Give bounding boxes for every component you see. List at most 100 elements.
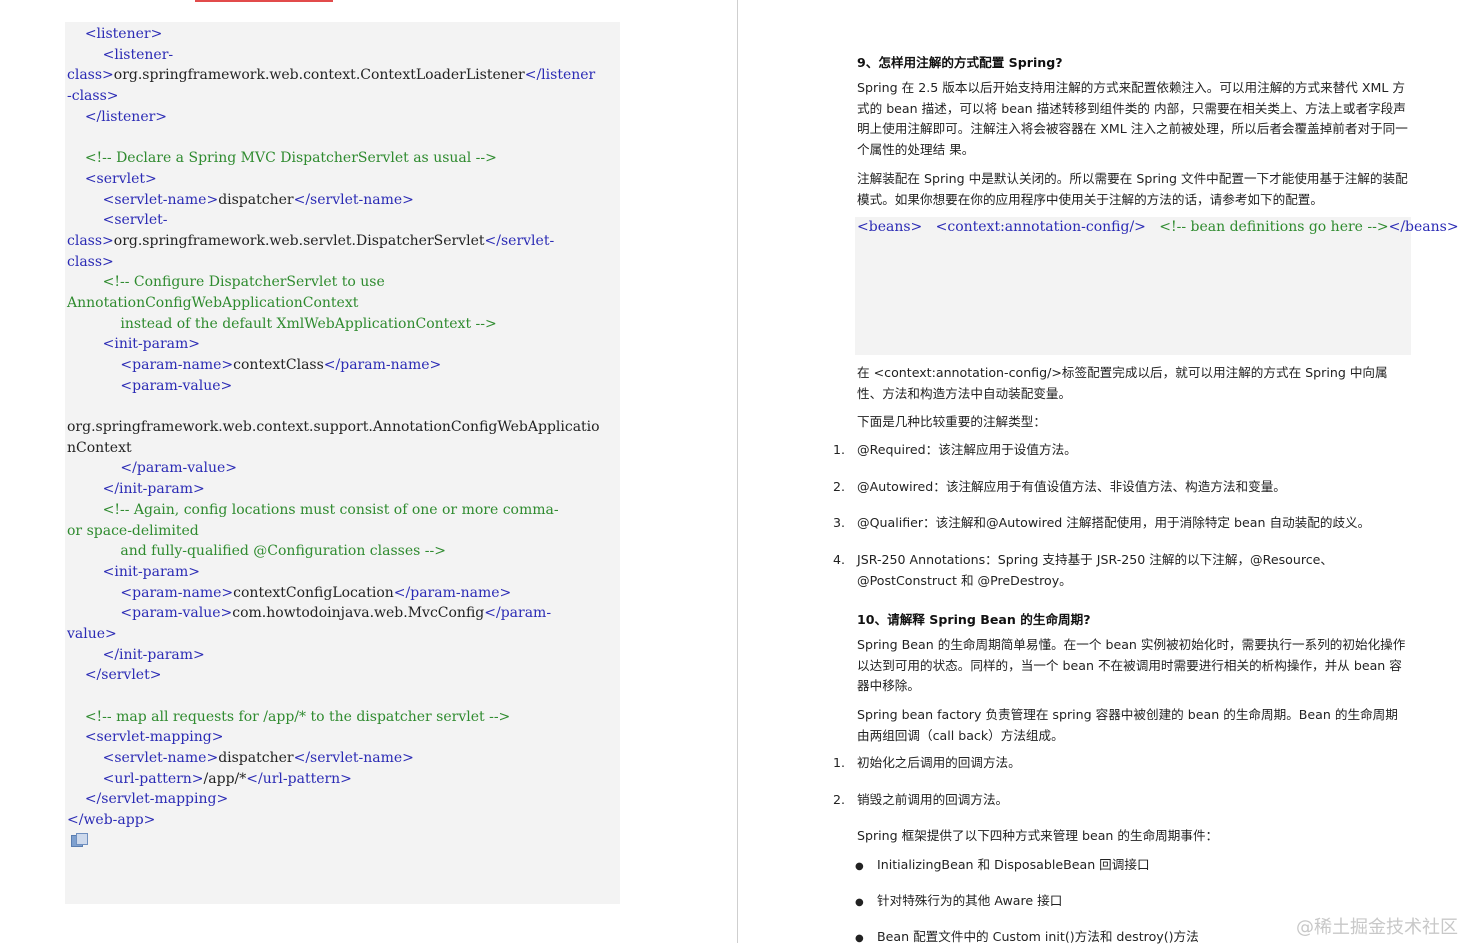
code-tag: </servlet-mapping> xyxy=(84,791,229,808)
code-line: value> xyxy=(67,624,619,645)
code-tag: -class> xyxy=(67,88,119,105)
q9-paragraph-2: 注解装配在 Spring 中是默认关闭的。所以需要在 Spring 文件中配置一… xyxy=(857,169,1409,210)
code-text: dispatcher xyxy=(218,191,294,208)
code-tag: <url-pattern> xyxy=(102,770,204,787)
code-tag: <param-value> xyxy=(120,377,233,394)
code-line: <!-- map all requests for /app/* to the … xyxy=(67,707,619,728)
code-line: </listener> xyxy=(67,107,619,128)
code-tag: <servlet-name> xyxy=(102,191,219,208)
code-line: class>org.springframework.web.servlet.Di… xyxy=(67,231,619,252)
list-text: @Qualifier：该注解和@Autowired 注解搭配使用，用于消除特定 … xyxy=(857,515,1371,530)
bullet-item: ● 针对特殊行为的其他 Aware 接口 xyxy=(855,891,1411,914)
code-line: <!-- bean definitions go here --> xyxy=(1146,219,1389,235)
code-tag: </servlet-name> xyxy=(293,191,414,208)
text-line: 注解装配在 Spring 中是默认关闭的。所以需要在 Spring 文件中配置一… xyxy=(857,171,1408,186)
code-text: org.springframework.web.context.ContextL… xyxy=(113,67,525,84)
config-snippet: <beans> <context:annotation-config/> <!-… xyxy=(855,217,1459,355)
list-number: 3. xyxy=(833,515,846,530)
code-tag: <param-value> xyxy=(120,605,233,622)
page-divider xyxy=(737,0,738,943)
text-line: 由两组回调（call back）方法组成。 xyxy=(857,727,1064,743)
code-tag: <servlet- xyxy=(102,212,168,229)
list-number: 1. xyxy=(833,755,846,770)
code-line: </servlet> xyxy=(67,665,619,686)
code-line: <servlet-mapping> xyxy=(67,727,619,748)
list-number: 1. xyxy=(833,442,846,457)
code-tag: </servlet> xyxy=(84,667,162,684)
code-line: <url-pattern>/app/*</url-pattern> xyxy=(67,769,619,790)
code-tag: <servlet-name> xyxy=(102,750,219,767)
code-line: <!-- Again, config locations must consis… xyxy=(67,500,619,521)
code-line: <param-name>contextClass</param-name> xyxy=(67,355,619,376)
list-number: 2. xyxy=(833,479,846,494)
text-line: 式的 bean 描述，可以将 bean 描述转移到组件类的 内部，只需要在相关类… xyxy=(857,100,1406,116)
code-line: <!-- Configure DispatcherServlet to use xyxy=(67,272,619,293)
code-text: contextConfigLocation xyxy=(233,584,394,601)
code-tag: </param- xyxy=(484,605,552,622)
text-line: Spring Bean 的生命周期简单易懂。在一个 bean 实例被初始化时，需… xyxy=(857,637,1406,652)
bullet-icon: ● xyxy=(855,897,864,908)
code-tag: value> xyxy=(67,625,117,642)
text-line: 模式。如果你想要在你的应用程序中使用关于注解的方法的话，请参考如下的配置。 xyxy=(857,191,1323,207)
code-text: org.springframework.web.context.support.… xyxy=(67,419,600,436)
annotation-item: 3. @Qualifier：该注解和@Autowired 注解搭配使用，用于消除特… xyxy=(833,513,1409,534)
snippet-code: <beans> <context:annotation-config/> <!-… xyxy=(855,217,1459,238)
text-line: 在 <context:annotation-config/>标签配置完成以后，就… xyxy=(857,365,1388,380)
text-line: Spring 在 2.5 版本以后开始支持用注解的方式来配置依赖注入。可以用注解… xyxy=(857,80,1405,95)
list-text: @Required：该注解应用于设值方法。 xyxy=(857,442,1077,457)
callback-item: 1. 初始化之后调用的回调方法。 xyxy=(833,753,1409,774)
code-tag: <init-param> xyxy=(102,563,201,580)
list-number: 2. xyxy=(833,792,846,807)
list-text: @Autowired：该注解应用于有值设值方法、非设值方法、构造方法和变量。 xyxy=(857,479,1286,494)
code-line: </init-param> xyxy=(67,645,619,666)
q9-paragraph-4: 下面是几种比较重要的注解类型： xyxy=(857,414,1046,429)
text-line: 以达到可用的状态。同样的，当一个 bean 不在被调用时需要进行相关的析构操作，… xyxy=(857,657,1402,673)
code-line: org.springframework.web.context.support.… xyxy=(67,417,619,438)
code-comment: <!-- Declare a Spring MVC DispatcherServ… xyxy=(84,150,497,167)
code-tag: <param-name> xyxy=(120,357,234,373)
code-comment: <!-- map all requests for /app/* to the … xyxy=(84,708,511,725)
code-tag: <servlet-mapping> xyxy=(84,729,224,746)
annotation-item: 2. @Autowired：该注解应用于有值设值方法、非设值方法、构造方法和变量。 xyxy=(833,477,1409,498)
code-tag: </listener> xyxy=(84,108,168,125)
annotation-item-continued: @PostConstruct 和 @PreDestroy。 xyxy=(857,573,1072,588)
code-comment: <!-- bean definitions go here --> xyxy=(1159,219,1389,235)
code-line xyxy=(67,831,619,852)
code-tag: </param-value> xyxy=(120,460,237,477)
code-line: </param-value> xyxy=(67,458,619,479)
bullet-text: 针对特殊行为的其他 Aware 接口 xyxy=(877,893,1063,908)
code-tag: </param-name> xyxy=(323,357,442,373)
code-tag: <servlet> xyxy=(84,170,157,187)
watermark: @稀土掘金技术社区 xyxy=(1296,917,1458,938)
copy-code-icon[interactable] xyxy=(71,832,88,847)
code-text: dispatcher xyxy=(218,750,294,767)
code-tag: <listener- xyxy=(102,46,174,63)
code-line: <listener> xyxy=(67,24,619,45)
code-comment: AnnotationConfigWebApplicationContext xyxy=(67,294,359,311)
bullet-item: ● InitializingBean 和 DisposableBean 回调接口 xyxy=(855,855,1411,878)
code-listing: <listener> <listener-class>org.springfra… xyxy=(67,24,619,852)
code-line: <servlet-name>dispatcher</servlet-name> xyxy=(67,190,619,211)
code-tag: </servlet-name> xyxy=(293,750,414,767)
text-line: 器中移除。 xyxy=(857,678,920,694)
q10-heading: 10、请解释 Spring Bean 的生命周期? xyxy=(857,612,1091,627)
code-line: class> xyxy=(67,252,619,273)
q9-heading: 9、怎样用注解的方式配置 Spring? xyxy=(857,55,1063,70)
code-tag: </url-pattern> xyxy=(246,770,352,787)
code-line: instead of the default XmlWebApplication… xyxy=(67,314,619,335)
code-line: <servlet> xyxy=(67,169,619,190)
